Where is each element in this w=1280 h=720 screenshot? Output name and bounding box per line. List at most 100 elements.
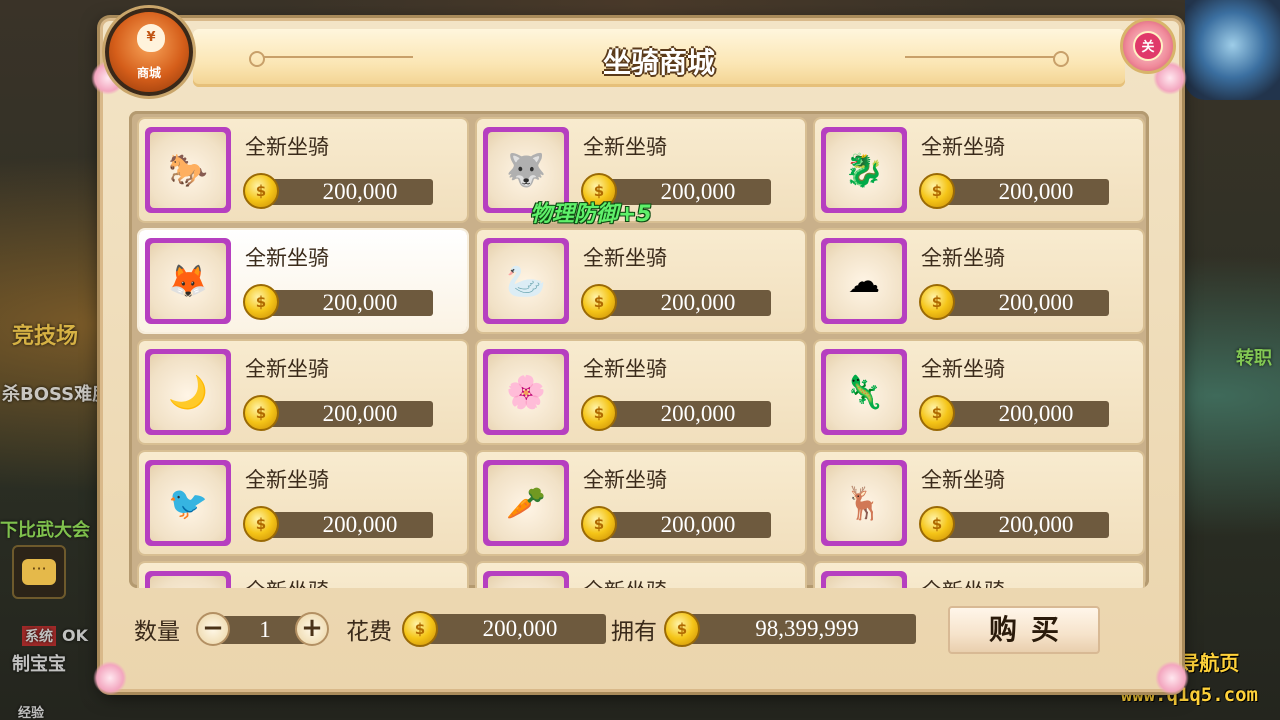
mount-name: 全新坐骑: [921, 135, 1005, 159]
mount-icon-frame: ☁: [821, 238, 907, 324]
gold-coin-icon: $: [243, 284, 279, 320]
mount-item-card[interactable]: 🦢 全新坐骑 $200,000: [477, 230, 805, 332]
gold-coin-icon: $: [243, 173, 279, 209]
bg-ok-text: OK: [62, 626, 88, 645]
cost-label: 花费: [346, 619, 392, 645]
bg-system-tag: 系统: [22, 626, 56, 646]
mount-name: 全新坐骑: [245, 575, 329, 588]
mount-item-card[interactable]: 🐎 全新坐骑 $200,000: [139, 119, 467, 221]
mount-icon-frame: 🦊: [145, 238, 231, 324]
mount-name: 全新坐骑: [583, 575, 667, 588]
mount-icon-frame: 🐉: [821, 127, 907, 213]
bg-exp-text: 经验: [18, 706, 45, 720]
mount-name: 全新坐骑: [245, 135, 329, 159]
mount-icon-frame: 🦎: [821, 349, 907, 435]
mount-icon-frame: [821, 571, 907, 588]
mount-icon-frame: 🦌: [821, 460, 907, 546]
mount-name: 全新坐骑: [583, 246, 667, 270]
quantity-label: 数量: [134, 619, 180, 645]
mount-price: 200,000: [945, 179, 1109, 205]
bg-boss-text: 杀BOSS难度: [2, 384, 111, 405]
mount-item-card[interactable]: 全新坐骑: [815, 563, 1143, 588]
mount-item-card[interactable]: 🐦 全新坐骑 $200,000: [139, 452, 467, 554]
mount-shop-dialog: 坐骑商城 🐎 全新坐骑 $200,000 🐺 全新坐骑 $200,000 🐉 全新坐骑 $200…: [91, 18, 1189, 695]
mount-item-card[interactable]: 全新坐骑: [477, 563, 805, 588]
mount-price: 200,000: [269, 512, 433, 538]
mount-icon: 🥕: [488, 465, 564, 541]
bg-treasure-text: 制宝宝: [12, 654, 66, 675]
chat-icon: ···: [22, 559, 56, 585]
bg-job-text: 转职: [1236, 348, 1272, 369]
mount-item-card[interactable]: ☁ 全新坐骑 $200,000: [815, 230, 1143, 332]
mount-icon: 🌸: [488, 354, 564, 430]
stat-popup-text: 物理防御+5: [530, 202, 652, 227]
mount-name: 全新坐骑: [583, 468, 667, 492]
close-button[interactable]: 关: [1120, 18, 1176, 74]
gold-coin-icon: $: [402, 611, 438, 647]
mount-price: 200,000: [269, 290, 433, 316]
gold-coin-icon: $: [919, 395, 955, 431]
owned-label: 拥有: [611, 619, 657, 645]
gold-coin-icon: $: [581, 395, 617, 431]
mount-price: 200,000: [607, 290, 771, 316]
bg-arena-text: 竞技场: [12, 324, 79, 349]
player-avatar[interactable]: [1185, 0, 1280, 100]
mount-name: 全新坐骑: [583, 135, 667, 159]
mount-price: 200,000: [269, 179, 433, 205]
shop-badge: ¥ 商城: [105, 8, 193, 96]
mount-item-card[interactable]: 🦎 全新坐骑 $200,000: [815, 341, 1143, 443]
mount-icon: 🌙: [150, 354, 226, 430]
mount-item-card[interactable]: 🦌 全新坐骑 $200,000: [815, 452, 1143, 554]
mount-icon-frame: 🦢: [483, 238, 569, 324]
mount-icon: [826, 576, 902, 588]
quantity-minus-button[interactable]: −: [196, 612, 230, 646]
mount-icon: [488, 576, 564, 588]
mount-icon: 🐎: [150, 132, 226, 208]
cost-value: 200,000: [420, 614, 606, 644]
mount-price: 200,000: [945, 512, 1109, 538]
mount-icon: 🦊: [150, 243, 226, 319]
gold-coin-icon: $: [243, 395, 279, 431]
mount-name: 全新坐骑: [921, 575, 1005, 588]
gold-coin-icon: $: [581, 506, 617, 542]
shop-badge-label: 商城: [136, 66, 161, 80]
owned-value: 98,399,999: [684, 614, 916, 644]
mount-icon-frame: 🥕: [483, 460, 569, 546]
mount-icon-frame: 🐎: [145, 127, 231, 213]
mount-name: 全新坐骑: [921, 468, 1005, 492]
mount-icon: [150, 576, 226, 588]
mount-price: 200,000: [607, 401, 771, 427]
mount-item-card[interactable]: 🌙 全新坐骑 $200,000: [139, 341, 467, 443]
mount-name: 全新坐骑: [583, 357, 667, 381]
mount-item-card[interactable]: 全新坐骑: [139, 563, 467, 588]
chat-button[interactable]: ···: [12, 545, 66, 599]
mount-price: 200,000: [945, 290, 1109, 316]
mount-item-card[interactable]: 🦊 全新坐骑 $200,000: [139, 230, 467, 332]
mount-price: 200,000: [269, 401, 433, 427]
mount-icon-frame: 🌸: [483, 349, 569, 435]
flower-decoration: [93, 661, 127, 695]
quantity-plus-button[interactable]: +: [295, 612, 329, 646]
buy-button[interactable]: 购买: [948, 606, 1100, 654]
close-icon: 关: [1133, 31, 1163, 61]
mount-icon: 🦎: [826, 354, 902, 430]
mount-icon: ☁: [826, 243, 902, 319]
mount-name: 全新坐骑: [921, 357, 1005, 381]
mount-price: 200,000: [945, 401, 1109, 427]
mount-item-card[interactable]: 🥕 全新坐骑 $200,000: [477, 452, 805, 554]
dialog-title: 坐骑商城: [602, 46, 715, 79]
mount-name: 全新坐骑: [245, 246, 329, 270]
mount-name: 全新坐骑: [245, 468, 329, 492]
money-bag-icon: ¥: [137, 24, 165, 52]
title-ornament-right: [905, 51, 1069, 67]
mount-icon-frame: [483, 571, 569, 588]
mount-grid[interactable]: 🐎 全新坐骑 $200,000 🐺 全新坐骑 $200,000 🐉 全新坐骑 $200,000 🦊…: [129, 111, 1149, 588]
gold-coin-icon: $: [919, 173, 955, 209]
mount-name: 全新坐骑: [921, 246, 1005, 270]
gold-coin-icon: $: [581, 284, 617, 320]
mount-icon: 🐦: [150, 465, 226, 541]
gold-coin-icon: $: [664, 611, 700, 647]
mount-item-card[interactable]: 🌸 全新坐骑 $200,000: [477, 341, 805, 443]
gold-coin-icon: $: [919, 506, 955, 542]
mount-item-card[interactable]: 🐉 全新坐骑 $200,000: [815, 119, 1143, 221]
